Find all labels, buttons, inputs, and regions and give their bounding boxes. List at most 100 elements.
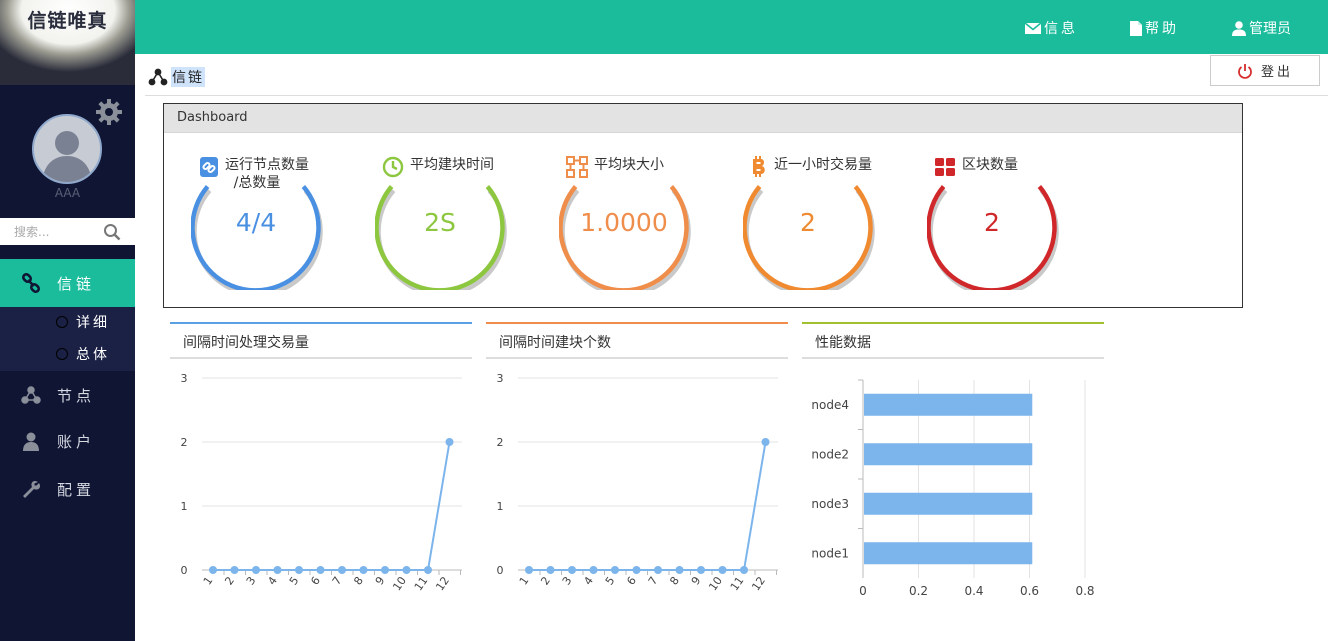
search-icon[interactable] — [103, 223, 121, 241]
data-point — [316, 566, 325, 574]
data-point — [295, 566, 303, 574]
y-tick-label: 0 — [181, 564, 188, 577]
topbar-item-label: 信息 — [1044, 21, 1078, 37]
user-icon — [1232, 20, 1246, 36]
stat-node-count: 运行节点数量 /总数量 4/4 — [191, 156, 331, 296]
gear-icon[interactable] — [95, 98, 123, 126]
x-tick-label: 9 — [689, 574, 704, 587]
data-point — [424, 566, 432, 574]
y-tick-label: 2 — [497, 436, 504, 449]
x-tick-label: 6 — [624, 574, 639, 587]
sidebar-item-label: 账户 — [57, 432, 96, 451]
panel-performance: 性能数据 0 0.2 0.4 0.6 0.8 node4 node2 node3 node1 — [802, 322, 1104, 624]
sidebar-item-account[interactable]: 账户 — [0, 417, 135, 465]
x-tick-label: 0.6 — [1020, 584, 1039, 598]
dashboard-title: Dashboard — [164, 104, 1242, 133]
stat-title: 近一小时交易量 — [774, 157, 872, 173]
network-nodes-icon — [21, 386, 41, 404]
data-point — [359, 566, 368, 574]
power-icon — [1238, 63, 1252, 79]
stat-value: 2 — [984, 208, 1000, 237]
data-point — [445, 438, 454, 446]
sidebar-item-nodes[interactable]: 节点 — [0, 371, 135, 419]
data-point — [338, 566, 346, 574]
x-tick-label: 4 — [581, 574, 596, 587]
x-tick-label: 0.2 — [909, 584, 928, 598]
x-tick-label: 6 — [308, 574, 323, 587]
x-tick-label: 2 — [538, 574, 553, 587]
bar — [864, 443, 1033, 466]
x-tick-label: 0 — [859, 584, 867, 598]
data-point — [273, 566, 282, 574]
search-input[interactable] — [0, 218, 100, 245]
x-tick-label: 4 — [265, 574, 280, 587]
wrench-icon — [23, 480, 41, 498]
topbar-help[interactable]: 帮助 — [1130, 18, 1179, 38]
bar — [864, 492, 1033, 515]
data-point — [761, 438, 770, 446]
bar-chart: 0 0.2 0.4 0.6 0.8 node4 node2 node3 node1 — [811, 379, 1095, 598]
y-tick-label: 1 — [497, 500, 504, 513]
avatar[interactable] — [32, 114, 102, 184]
stat-title: 运行节点数量 — [225, 157, 309, 173]
sidebar-item-label: 信链 — [57, 274, 96, 293]
x-tick-label: 0.4 — [964, 584, 983, 598]
sidebar-item-label: 节点 — [57, 386, 96, 405]
data-point — [209, 566, 217, 574]
search-box — [0, 218, 135, 245]
stat-title: 区块数量 — [962, 157, 1018, 173]
x-tick-label: 3 — [244, 574, 259, 587]
sitemap-icon — [566, 156, 588, 178]
submenu-item-overall[interactable]: 总体 — [56, 343, 110, 365]
breadcrumb: 信链 — [148, 67, 205, 87]
topbar-item-label: 帮助 — [1145, 21, 1179, 37]
stat-value: 2 — [800, 208, 816, 237]
stat-value: 4/4 — [235, 208, 277, 237]
line-chart: 01231 2 3 4 5 6 7 8 9 10 11 12 — [497, 372, 778, 593]
topbar-admin[interactable]: 管理员 — [1232, 18, 1291, 38]
panel-tx-volume: 间隔时间处理交易量 0 1 2 3 1 2 3 4 5 6 7 8 9 10 11 12 — [170, 322, 472, 624]
stat-value: 2S — [424, 208, 456, 237]
sidebar: 信链唯真 AAA 搜索... 信链 详细 总体 节点 账户 配置 — [0, 0, 135, 641]
x-tick-label: 3 — [560, 574, 575, 587]
y-tick-label: 2 — [181, 436, 188, 449]
stat-title-line2: /总数量 — [233, 175, 281, 191]
x-tick-label: 7 — [646, 574, 661, 587]
logout-label: 登出 — [1260, 65, 1293, 80]
x-tick-label: 10 — [390, 574, 409, 593]
data-point — [546, 566, 555, 574]
data-point — [718, 566, 727, 574]
x-tick-label: 7 — [330, 574, 345, 587]
logo-text: 信链唯真 — [27, 10, 108, 32]
divider — [145, 95, 1328, 96]
y-tick-label: 3 — [181, 372, 188, 385]
x-tick-label: 12 — [749, 574, 768, 593]
sidebar-item-xinlian[interactable]: 信链 — [0, 259, 135, 307]
x-tick-label: 11 — [728, 574, 747, 593]
data-point — [697, 566, 705, 574]
top-bar: 信息 帮助 管理员 — [135, 0, 1328, 54]
document-icon — [1130, 20, 1142, 36]
share-nodes-icon — [148, 68, 168, 86]
circle-icon — [56, 348, 68, 360]
data-point — [675, 566, 684, 574]
stat-avg-block-time: 平均建块时间 2S — [375, 156, 515, 296]
topbar-messages[interactable]: 信息 — [1025, 18, 1078, 38]
stat-title: 平均块大小 — [594, 157, 664, 173]
x-tick-label: 12 — [433, 574, 452, 593]
data-point — [252, 566, 260, 574]
logout-button[interactable]: 登出 — [1210, 55, 1320, 86]
breadcrumb-label[interactable]: 信链 — [171, 67, 205, 87]
data-point — [632, 566, 641, 574]
chain-link-icon — [21, 273, 41, 293]
x-tick-label: 8 — [351, 574, 366, 587]
sidebar-item-config[interactable]: 配置 — [0, 465, 135, 513]
data-point — [740, 566, 748, 574]
panel-title: 间隔时间建块个数 — [486, 324, 788, 359]
x-tick-label: 8 — [667, 574, 682, 587]
y-tick-label: 1 — [181, 500, 188, 513]
stat-block-count: 区块数量 2 — [927, 156, 1067, 296]
submenu-item-detail[interactable]: 详细 — [56, 311, 110, 333]
y-tick-label: node3 — [811, 497, 849, 511]
data-point — [589, 566, 598, 574]
